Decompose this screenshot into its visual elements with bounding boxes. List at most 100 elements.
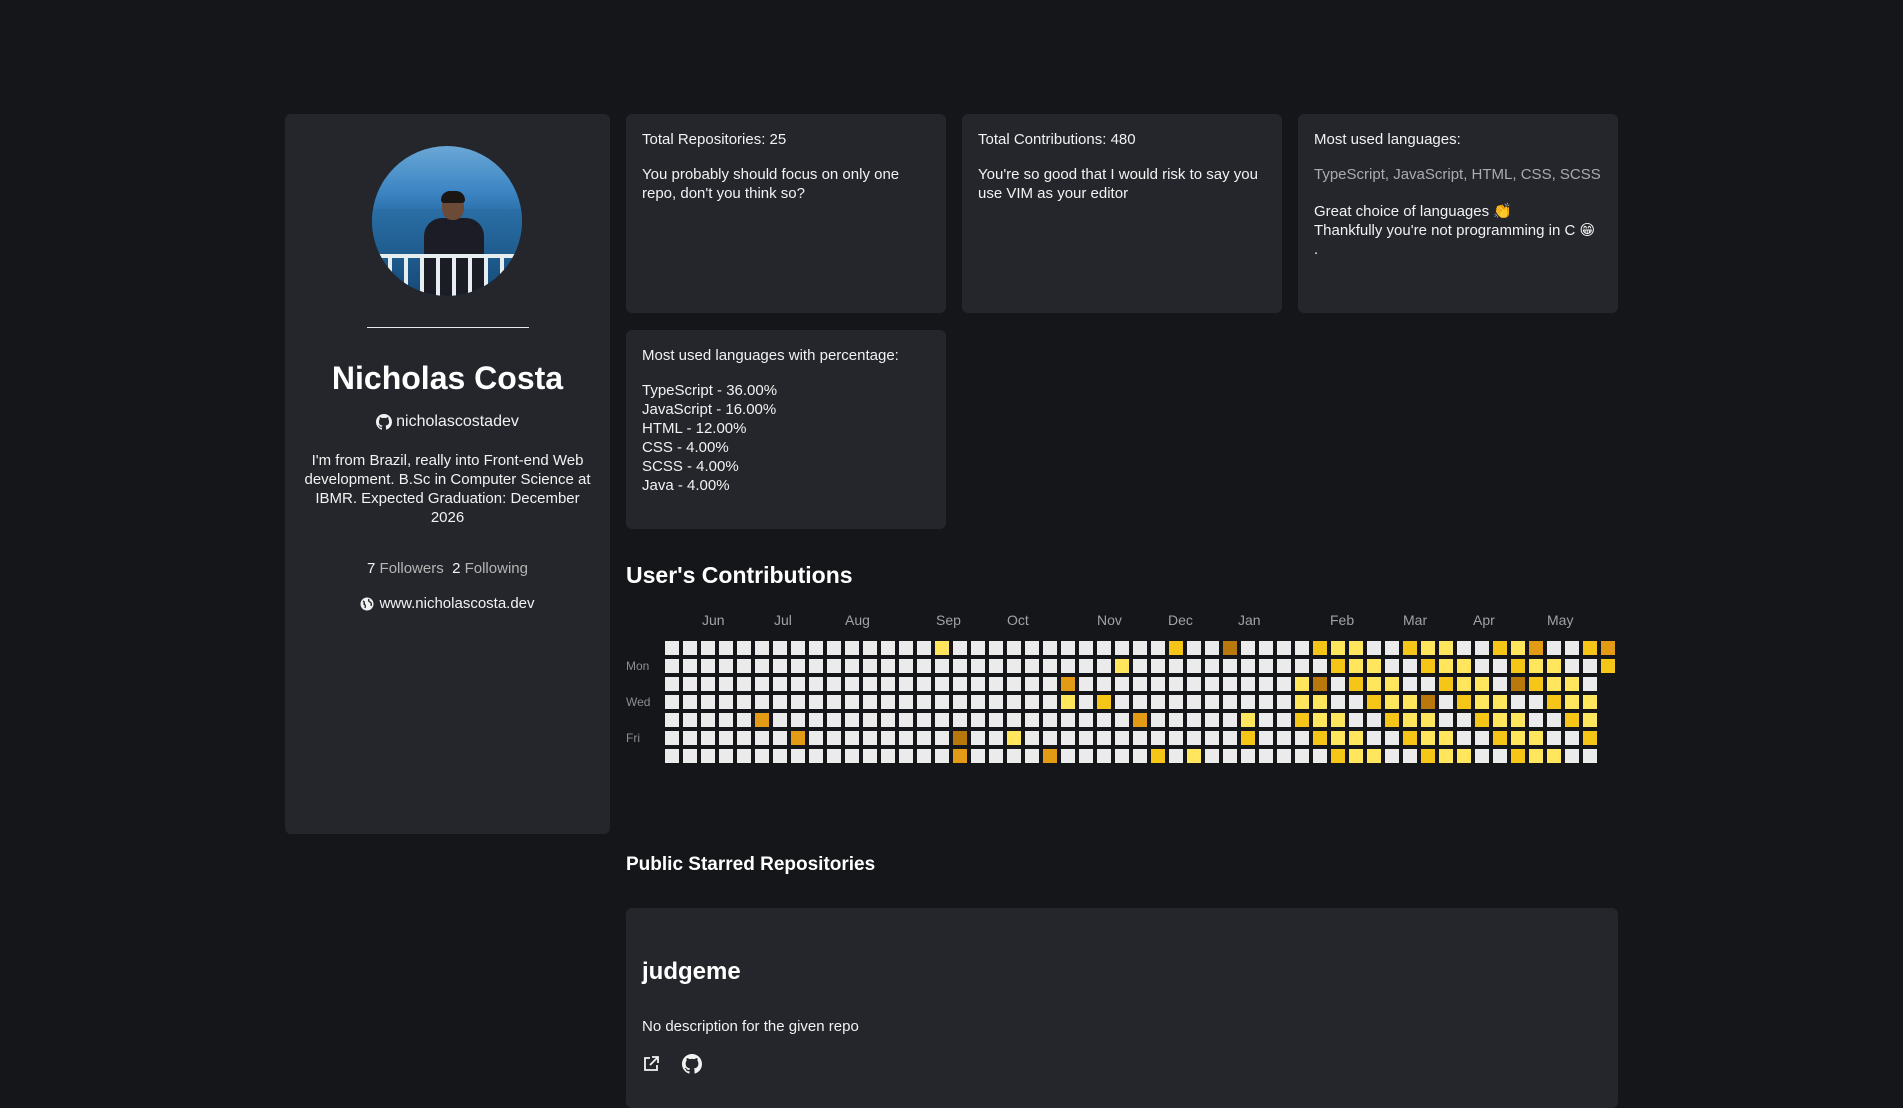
- day-label: Wed: [626, 695, 651, 709]
- contribution-cell: [1457, 677, 1471, 691]
- github-icon[interactable]: [682, 1054, 702, 1074]
- contribution-cell: [1331, 731, 1345, 745]
- contribution-cell: [971, 695, 985, 709]
- contribution-cell: [1565, 731, 1579, 745]
- contribution-cell: [953, 713, 967, 727]
- contribution-cell: [863, 677, 877, 691]
- contribution-cell: [1493, 713, 1507, 727]
- contribution-cell: [1133, 713, 1147, 727]
- contribution-cell: [1187, 677, 1201, 691]
- contribution-cell: [1241, 659, 1255, 673]
- avatar: [372, 146, 522, 296]
- contribution-cell: [1601, 659, 1615, 673]
- month-label: Apr: [1473, 612, 1495, 628]
- contribution-cell: [1367, 695, 1381, 709]
- contributions-heading: User's Contributions: [626, 562, 853, 588]
- contribution-cell: [1097, 695, 1111, 709]
- contribution-cell: [917, 731, 931, 745]
- contribution-cell: [1061, 695, 1075, 709]
- contribution-cell: [1097, 659, 1111, 673]
- contribution-cell: [1313, 713, 1327, 727]
- month-label: Aug: [845, 612, 870, 628]
- contribution-cell: [1223, 713, 1237, 727]
- contribution-cell: [1367, 731, 1381, 745]
- contribution-cell: [755, 677, 769, 691]
- contribution-cell: [1493, 659, 1507, 673]
- contribution-cell: [899, 659, 913, 673]
- contribution-cell: [971, 713, 985, 727]
- contribution-cell: [1007, 641, 1021, 655]
- following-label[interactable]: Following: [465, 560, 528, 577]
- contribution-cell: [1475, 677, 1489, 691]
- language-percentage-row: HTML - 12.00%: [642, 420, 747, 437]
- contribution-cell: [1583, 641, 1597, 655]
- contribution-cell: [809, 713, 823, 727]
- contribution-cell: [1583, 677, 1597, 691]
- language-percentage-row: CSS - 4.00%: [642, 439, 729, 456]
- contribution-cell: [1133, 677, 1147, 691]
- contribution-cell: [845, 749, 859, 763]
- day-label: Mon: [626, 659, 650, 673]
- contribution-cell: [1421, 641, 1435, 655]
- contribution-cell: [1115, 731, 1129, 745]
- contribution-cell: [773, 677, 787, 691]
- contribution-cell: [1151, 749, 1165, 763]
- contribution-cell: [737, 659, 751, 673]
- contribution-cell: [1457, 659, 1471, 673]
- contribution-cell: [773, 641, 787, 655]
- contribution-cell: [719, 713, 733, 727]
- contribution-cell: [1223, 641, 1237, 655]
- contribution-cell: [1367, 749, 1381, 763]
- repo-name[interactable]: judgeme: [642, 958, 741, 986]
- profile-username-link[interactable]: nicholascostadev: [285, 413, 610, 431]
- contribution-cell: [1097, 749, 1111, 763]
- languages-comment-1: Great choice of languages 👏: [1314, 203, 1512, 220]
- contribution-cell: [899, 641, 913, 655]
- contribution-cell: [683, 641, 697, 655]
- contribution-cell: [1565, 659, 1579, 673]
- website-link[interactable]: www.nicholascosta.dev: [285, 595, 610, 612]
- contribution-cell: [1043, 695, 1057, 709]
- website-url: www.nicholascosta.dev: [379, 595, 535, 612]
- external-link-icon[interactable]: [642, 1055, 660, 1073]
- contribution-cell: [827, 713, 841, 727]
- contribution-cell: [863, 659, 877, 673]
- contribution-cell: [845, 659, 859, 673]
- contribution-cell: [1493, 731, 1507, 745]
- contribution-cell: [1205, 695, 1219, 709]
- contribution-cell: [1079, 749, 1093, 763]
- contribution-cell: [845, 641, 859, 655]
- contribution-cell: [1529, 659, 1543, 673]
- contribution-cell: [1457, 731, 1471, 745]
- contribution-cell: [1331, 695, 1345, 709]
- contribution-cell: [1115, 695, 1129, 709]
- following-count: 2: [452, 560, 461, 577]
- followers-label[interactable]: Followers: [380, 560, 444, 577]
- contribution-cell: [1169, 659, 1183, 673]
- contribution-cell: [1277, 731, 1291, 745]
- contribution-cell: [989, 749, 1003, 763]
- contribution-cell: [863, 731, 877, 745]
- contribution-cell: [953, 695, 967, 709]
- total-contributions-title: Total Contributions: 480: [978, 131, 1136, 148]
- contribution-cell: [1061, 641, 1075, 655]
- profile-username: nicholascostadev: [396, 413, 519, 430]
- contribution-cell: [881, 731, 895, 745]
- contribution-cell: [1439, 695, 1453, 709]
- contribution-cell: [1007, 677, 1021, 691]
- profile-name: Nicholas Costa: [331, 360, 564, 396]
- contribution-cell: [665, 695, 679, 709]
- contribution-cell: [1241, 677, 1255, 691]
- contribution-cell: [1169, 695, 1183, 709]
- contribution-cell: [989, 713, 1003, 727]
- contribution-cell: [1295, 659, 1309, 673]
- contribution-cell: [827, 749, 841, 763]
- contribution-cell: [1457, 641, 1471, 655]
- contribution-cell: [1241, 749, 1255, 763]
- contribution-cell: [917, 695, 931, 709]
- contribution-cell: [1457, 695, 1471, 709]
- contribution-cell: [1583, 749, 1597, 763]
- contribution-cell: [1529, 677, 1543, 691]
- contribution-cell: [1421, 713, 1435, 727]
- contribution-cell: [1205, 713, 1219, 727]
